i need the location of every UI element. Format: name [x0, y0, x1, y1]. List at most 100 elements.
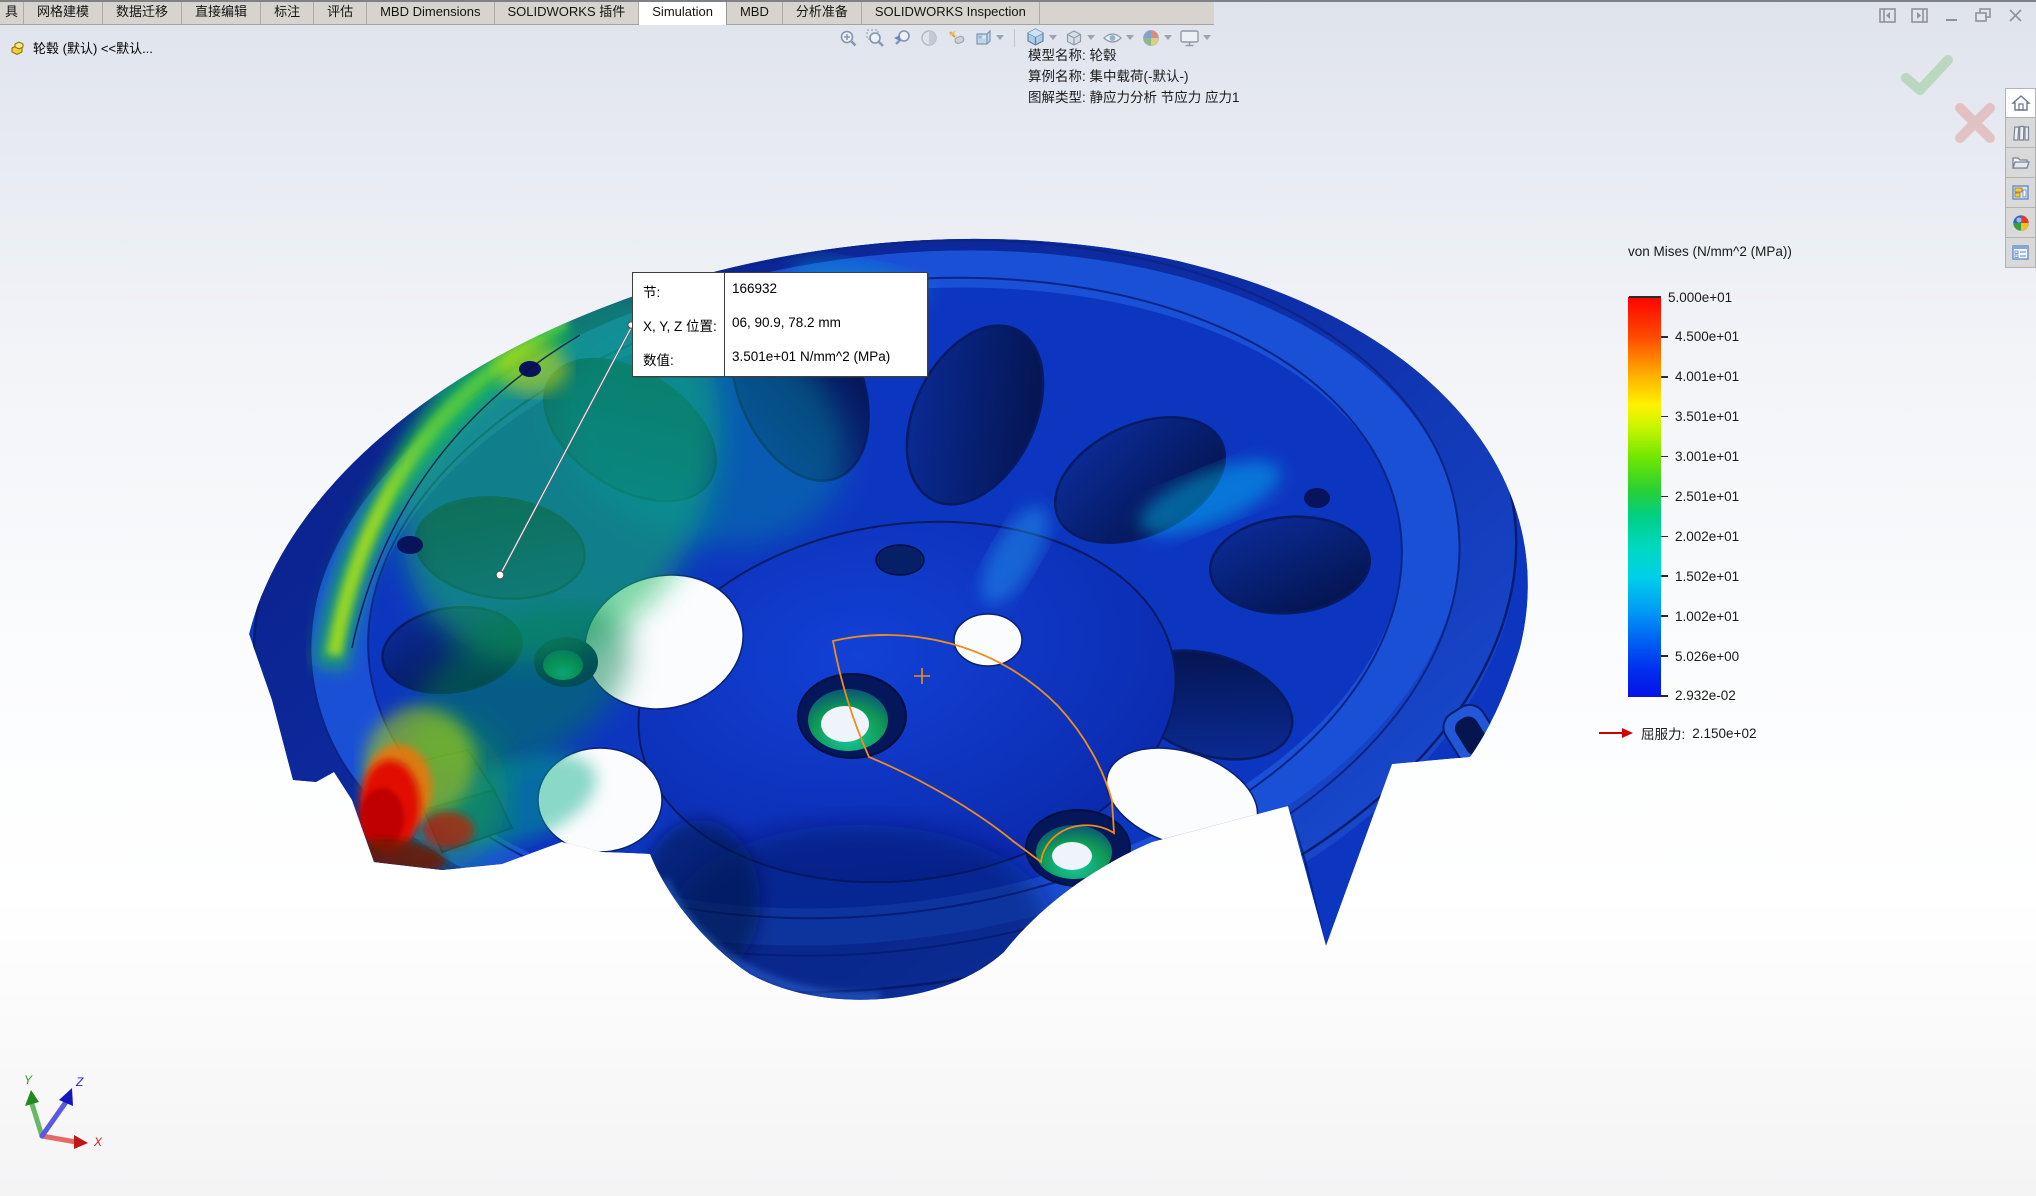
custom-properties-button[interactable] [2005, 238, 2036, 268]
command-tab[interactable]: 网格建模 [24, 0, 104, 24]
legend-tick: 4.001e+01 [1661, 369, 1739, 384]
probe-row: 节: 166932 [633, 281, 927, 305]
tick-label: 5.000e+01 [1668, 289, 1733, 305]
tick-mark-icon [1661, 495, 1668, 498]
dropdown-icon[interactable] [1049, 35, 1057, 40]
feature-tree-root[interactable]: 轮毂 (默认) <<默认... [10, 38, 153, 57]
tick-label: 3.001e+01 [1675, 449, 1740, 465]
legend-tick: 5.000e+01 [1629, 289, 1739, 305]
tick-label: 2.501e+01 [1675, 488, 1740, 504]
probe-row-label: 节: [643, 285, 661, 300]
legend-tick: 2.501e+01 [1661, 488, 1740, 504]
zoom-to-area-icon[interactable] [865, 28, 885, 48]
dynamic-annotation-icon[interactable] [946, 28, 966, 48]
dropdown-icon[interactable] [1164, 35, 1172, 40]
command-tab[interactable]: 分析准备 [782, 0, 862, 24]
tick-label: 1.002e+01 [1675, 608, 1740, 624]
tick-mark-icon [1661, 615, 1668, 617]
probe-row-value: 06, 90.9, 78.2 mm [732, 315, 841, 330]
tick-label: 1.502e+01 [1675, 568, 1740, 584]
collapse-pane-right-icon[interactable] [1911, 8, 1928, 23]
legend-tick: 5.026e+00 [1661, 648, 1740, 664]
probe-row-value: 3.501e+01 N/mm^2 (MPa) [732, 349, 891, 364]
wheel-model[interactable] [202, 125, 1568, 1070]
yield-value: 2.150e+02 [1692, 725, 1757, 741]
probe-node-marker [495, 570, 505, 580]
dropdown-icon[interactable] [996, 35, 1004, 40]
probe-row-label: X, Y, Z 位置: [643, 319, 717, 334]
feature-tree-root-label: 轮毂 (默认) <<默认... [33, 41, 153, 56]
command-tab[interactable]: 数据迁移 [103, 0, 183, 24]
y-axis-label: Y [24, 1073, 33, 1087]
x-axis-arrow [74, 1135, 88, 1149]
legend-tick: 3.501e+01 [1661, 409, 1740, 425]
confirmation-corner [1901, 55, 1995, 143]
file-explorer-button[interactable] [2005, 148, 2036, 178]
view-palette-button[interactable] [2005, 178, 2036, 208]
dropdown-icon[interactable] [1087, 35, 1095, 40]
edit-appearance-icon[interactable] [973, 28, 1004, 48]
appearances-scenes-button[interactable] [2005, 208, 2036, 238]
probe-row-label: 数值: [643, 353, 674, 368]
command-tab[interactable]: Simulation [639, 0, 727, 25]
restore-icon[interactable] [1975, 8, 1992, 23]
probe-callout: 节: 166932 X, Y, Z 位置: 06, 90.9, 78.2 mm … [632, 272, 928, 377]
plot-header-line: 模型名称: 轮毂 [1028, 48, 1117, 63]
task-pane [2005, 88, 2036, 268]
previous-view-icon[interactable] [892, 28, 912, 48]
collapse-pane-left-icon[interactable] [1879, 8, 1896, 23]
part-icon [11, 40, 24, 55]
accept-check-icon[interactable] [1901, 55, 1953, 95]
command-tab[interactable]: 标注 [261, 0, 315, 24]
plot-header: 模型名称: 轮毂算例名称: 集中载荷(-默认-) 图解类型: 静应力分析 节应力 … [1028, 45, 1240, 108]
dropdown-icon[interactable] [1126, 35, 1134, 40]
yield-strength-row: 屈服力: 2.150e+02 [1598, 723, 1756, 743]
z-axis-label: Z [75, 1075, 84, 1089]
tick-mark-icon [1661, 376, 1668, 378]
minimize-icon[interactable] [1943, 8, 1960, 23]
command-tab[interactable]: 评估 [314, 0, 368, 24]
tick-mark-icon [1661, 455, 1668, 458]
cancel-x-icon[interactable] [1955, 103, 1995, 143]
plot-header-line: 图解类型: 静应力分析 节应力 应力1 [1028, 90, 1240, 105]
legend-tick: 1.002e+01 [1661, 608, 1740, 624]
command-tab[interactable]: MBD Dimensions [367, 0, 495, 24]
zoom-to-fit-icon[interactable] [838, 28, 858, 48]
tick-mark-icon [1661, 655, 1668, 657]
command-tab[interactable]: SOLIDWORKS 插件 [494, 0, 640, 24]
command-tab[interactable]: SOLIDWORKS Inspection [861, 0, 1040, 24]
dropdown-icon[interactable] [1203, 35, 1211, 40]
probe-row-value: 166932 [732, 281, 778, 296]
section-view-icon[interactable] [919, 28, 939, 48]
window-controls [1879, 8, 2024, 23]
hide-show-items-icon[interactable] [1102, 30, 1134, 46]
plot-header-line: 算例名称: 集中载荷(-默认-) [1028, 69, 1189, 84]
design-library-button[interactable] [2005, 118, 2036, 148]
legend-tick: 3.001e+01 [1661, 449, 1740, 465]
probe-row: 数值: 3.501e+01 N/mm^2 (MPa) [633, 349, 927, 373]
probe-row: X, Y, Z 位置: 06, 90.9, 78.2 mm [633, 315, 927, 339]
legend-tick: 4.500e+01 [1661, 329, 1740, 345]
yield-label: 屈服力: [1641, 727, 1686, 742]
tick-mark-icon [1629, 296, 1661, 298]
command-manager-tabs: 具网格建模 数据迁移 直接编辑 标注 评估 MBD Dimensions SOLIDWORK… [0, 0, 1214, 25]
close-icon[interactable] [2007, 8, 2024, 23]
legend-colorbar [1628, 297, 1661, 697]
command-tab[interactable]: MBD [726, 0, 783, 24]
tick-label: 3.501e+01 [1675, 409, 1740, 425]
legend-tick: 1.502e+01 [1661, 568, 1740, 584]
view-settings-icon[interactable] [1179, 29, 1211, 47]
command-tab[interactable]: 直接编辑 [182, 0, 262, 24]
tick-mark-icon [1661, 415, 1668, 418]
stress-legend: von Mises (N/mm^2 (MPa)) 5.000e+01 4.500… [1598, 244, 1858, 742]
command-tab[interactable]: 具 [0, 0, 25, 24]
tick-label: 5.026e+00 [1675, 648, 1740, 664]
legend-title: von Mises (N/mm^2 (MPa)) [1628, 244, 1792, 259]
task-pane-home-button[interactable] [2005, 88, 2036, 118]
tick-mark-icon [1661, 695, 1668, 697]
tick-mark-icon [1661, 575, 1668, 577]
tick-mark-icon [1661, 336, 1668, 338]
tick-mark-icon [1661, 535, 1668, 538]
tick-label: 4.500e+01 [1675, 329, 1740, 345]
y-axis-arrow [25, 1090, 39, 1106]
